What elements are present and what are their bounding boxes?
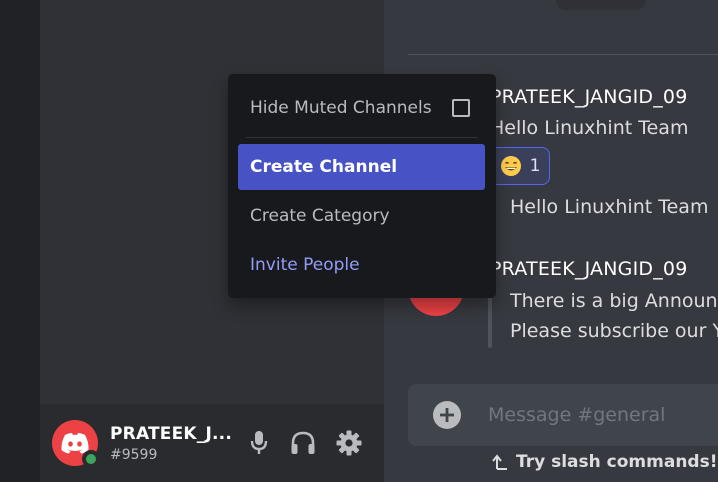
grinning-emoji-icon (500, 156, 521, 176)
message-text: Hello Linuxhint Team (490, 117, 689, 139)
deafen-button[interactable] (290, 428, 316, 458)
menu-item-hide-muted-channels[interactable]: Hide Muted Channels (238, 85, 485, 131)
user-panel: PRATEEK_J... #9599 (40, 404, 384, 482)
scroll-pill (556, 0, 646, 10)
menu-item-create-category[interactable]: Create Category (238, 193, 485, 239)
slash-hint-text: Try slash commands! A (516, 452, 718, 472)
menu-item-invite-people[interactable]: Invite People (238, 242, 485, 288)
reaction-count: 1 (529, 156, 541, 176)
menu-item-create-channel[interactable]: Create Channel (238, 144, 485, 190)
menu-item-label: Invite People (250, 255, 360, 275)
message-text: Hello Linuxhint Team (510, 196, 709, 218)
message-text: Please subscribe our Y (510, 320, 718, 342)
channel-context-menu: Hide Muted Channels Create Channel Creat… (228, 74, 496, 298)
menu-item-label: Create Category (250, 206, 390, 226)
message-author[interactable]: PRATEEK_JANGID_09 (490, 86, 688, 108)
upload-button[interactable] (433, 401, 461, 429)
menu-item-label: Create Channel (250, 157, 398, 177)
menu-separator (246, 137, 478, 138)
turn-up-arrow-icon (492, 454, 507, 470)
message-input[interactable] (488, 400, 718, 430)
user-settings-button[interactable] (336, 428, 362, 458)
username: PRATEEK_J... (110, 424, 232, 444)
mute-microphone-button[interactable] (246, 428, 272, 458)
message-text: There is a big Announ (510, 290, 718, 312)
message-author[interactable]: PRATEEK_JANGID_09 (490, 258, 688, 280)
user-tag: #9599 (110, 447, 158, 463)
menu-item-label: Hide Muted Channels (250, 98, 432, 118)
status-online-dot (82, 450, 100, 468)
headphones-icon (291, 431, 315, 454)
reaction-badge[interactable]: 1 (490, 147, 550, 185)
message-composer (408, 384, 718, 446)
plus-icon (440, 408, 454, 422)
microphone-icon (250, 431, 268, 454)
hide-muted-checkbox[interactable] (452, 99, 470, 117)
message-divider (408, 54, 718, 55)
slash-command-hint: Try slash commands! A (492, 452, 718, 472)
server-rail (0, 0, 40, 482)
gear-icon (336, 430, 362, 456)
